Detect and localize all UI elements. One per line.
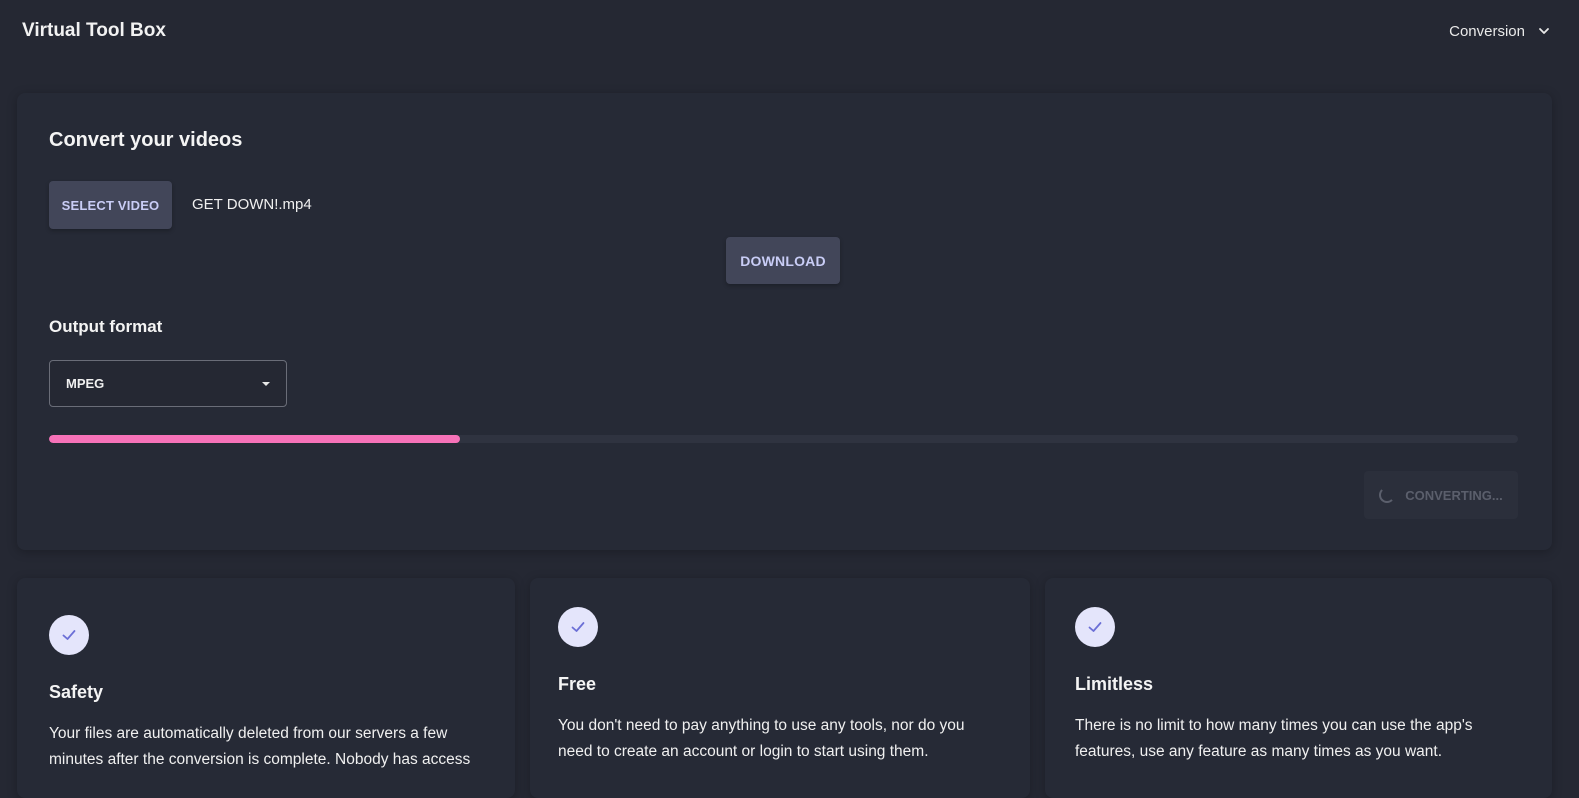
chevron-down-icon bbox=[1539, 28, 1549, 34]
check-icon bbox=[558, 607, 598, 647]
output-format-select[interactable]: MPEG bbox=[49, 360, 287, 407]
brand-title: Virtual Tool Box bbox=[22, 20, 166, 41]
converter-card: Convert your videos SELECT VIDEO GET DOW… bbox=[17, 93, 1552, 550]
conversion-progress-bar bbox=[49, 435, 1518, 443]
converter-title: Convert your videos bbox=[49, 129, 243, 151]
feature-description: You don't need to pay anything to use an… bbox=[558, 717, 965, 760]
top-bar: Virtual Tool Box Conversion bbox=[0, 0, 1579, 62]
download-button[interactable]: DOWNLOAD bbox=[726, 237, 840, 284]
select-video-button[interactable]: SELECT VIDEO bbox=[49, 181, 172, 229]
feature-card-free: Free You don't need to pay anything to u… bbox=[530, 578, 1030, 798]
selected-file-name: GET DOWN!.mp4 bbox=[192, 196, 312, 213]
feature-card-safety: Safety Your files are automatically dele… bbox=[17, 578, 515, 798]
conversion-progress-fill bbox=[49, 435, 461, 443]
feature-card-limitless: Limitless There is no limit to how many … bbox=[1045, 578, 1552, 798]
feature-description: Your files are automatically deleted fro… bbox=[49, 725, 471, 768]
output-format-label: Output format bbox=[49, 317, 163, 336]
spinner-icon bbox=[1379, 487, 1396, 503]
check-icon bbox=[1075, 607, 1115, 647]
conversion-menu-label: Conversion bbox=[1449, 22, 1525, 40]
feature-title: Limitless bbox=[1075, 674, 1154, 694]
feature-title: Free bbox=[558, 674, 597, 694]
conversion-menu[interactable]: Conversion bbox=[1449, 23, 1551, 40]
converting-label: CONVERTING... bbox=[1405, 487, 1503, 503]
output-format-value: MPEG bbox=[66, 376, 105, 391]
converting-button[interactable]: CONVERTING... bbox=[1364, 471, 1518, 519]
dropdown-caret-icon bbox=[262, 381, 270, 386]
feature-description: There is no limit to how many times you … bbox=[1075, 717, 1473, 760]
feature-title: Safety bbox=[49, 682, 104, 702]
check-icon bbox=[49, 615, 89, 655]
